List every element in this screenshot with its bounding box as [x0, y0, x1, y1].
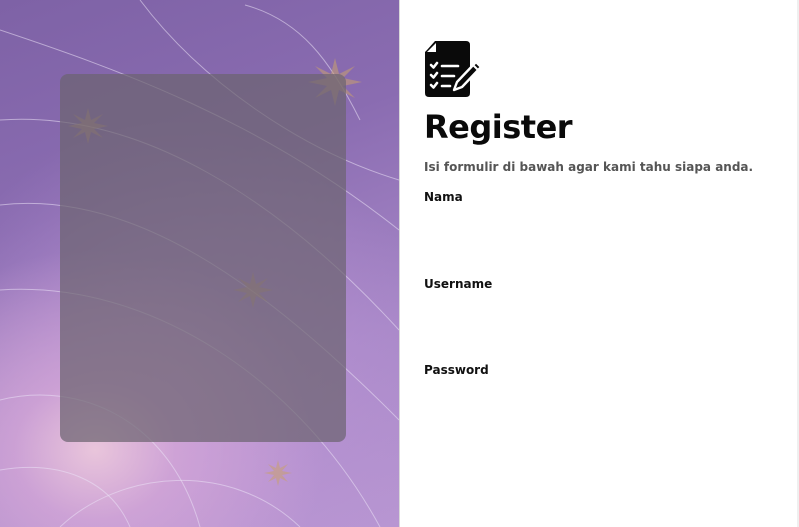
- nama-label: Nama: [424, 190, 463, 204]
- decorative-background-panel: [0, 0, 399, 527]
- username-field-group: Username: [424, 277, 754, 328]
- form-subtitle: Isi formulir di bawah agar kami tahu sia…: [424, 160, 754, 174]
- username-input[interactable]: [424, 300, 754, 328]
- glass-card: [60, 74, 346, 442]
- username-label: Username: [424, 277, 493, 291]
- panel-divider: [399, 0, 400, 527]
- page-title: Register: [424, 108, 573, 146]
- register-form: Register Isi formulir di bawah agar kami…: [424, 40, 764, 414]
- password-label: Password: [424, 363, 489, 377]
- form-checklist-pencil-icon: [425, 41, 482, 97]
- password-input[interactable]: [424, 386, 754, 414]
- password-field-group: Password: [424, 363, 754, 414]
- nama-field-group: Nama: [424, 190, 754, 241]
- register-page: Register Isi formulir di bawah agar kami…: [0, 0, 799, 527]
- nama-input[interactable]: [424, 213, 754, 241]
